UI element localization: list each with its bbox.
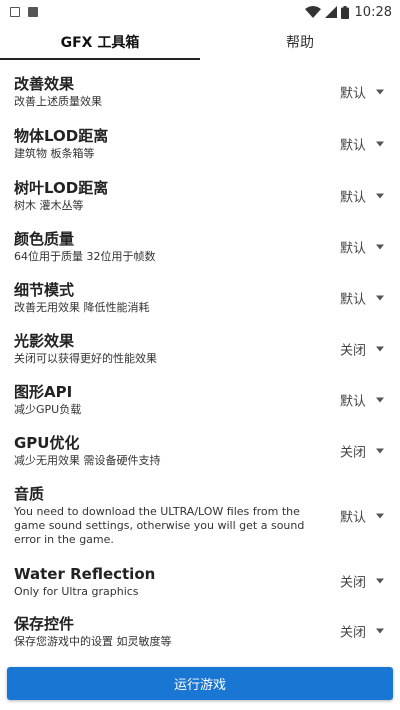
setting-title: 音质 [14,485,45,503]
gallery-icon [10,7,20,17]
setting-title: GPU优化 [14,434,80,452]
setting-title: 保存控件 [14,615,75,633]
setting-title: 物体LOD距离 [14,127,109,145]
setting-row-water-reflection[interactable]: Water Reflection Only for Ultra graphics… [0,556,400,606]
setting-dropdown[interactable]: 默认 [340,288,384,307]
setting-row-color-quality[interactable]: 颜色质量 64位用于质量 32位用于帧数 默认 [0,221,400,272]
setting-desc: 保存您游戏中的设置 如灵敏度等 [14,635,172,648]
setting-dropdown[interactable]: 默认 [340,186,384,205]
setting-dropdown[interactable]: 关闭 [340,441,384,460]
dropdown-arrow-icon [376,628,384,634]
dropdown-arrow-icon [376,193,384,198]
setting-value: 默认 [339,86,366,102]
setting-title: 细节模式 [14,281,75,299]
dropdown-arrow-icon [376,448,384,453]
setting-row-object-lod[interactable]: 物体LOD距离 建筑物 板条箱等 默认 [0,118,400,170]
setting-desc: 64位用于质量 32位用于帧数 [14,250,156,263]
setting-title: 光影效果 [14,332,75,350]
setting-dropdown[interactable]: 关闭 [340,622,384,641]
setting-value: 关闭 [339,343,366,358]
setting-value: 关闭 [339,445,366,460]
setting-row-improve-effect[interactable]: 改善效果 改善上述质量效果 默认 [0,66,400,118]
setting-title: 图形API [14,383,73,401]
setting-desc: 改善无用效果 降低性能消耗 [14,301,150,314]
setting-desc: 减少无用效果 需设备硬件支持 [14,454,161,467]
setting-dropdown[interactable]: 默认 [340,390,384,409]
setting-dropdown[interactable]: 关闭 [340,339,384,358]
setting-row-shadow-effect[interactable]: 光影效果 关闭可以获得更好的性能效果 关闭 [0,323,400,374]
setting-value: 默认 [339,241,366,256]
setting-value: 默认 [339,190,366,205]
setting-desc: 改善上述质量效果 [14,95,102,108]
setting-dropdown[interactable]: 默认 [340,135,384,154]
dropdown-arrow-icon [376,141,384,147]
setting-desc: 减少GPU负载 [14,403,82,416]
setting-desc: You need to download the ULTRA/LOW files… [14,505,305,546]
setting-row-sound-quality[interactable]: 音质 You need to download the ULTRA/LOW fi… [0,476,400,556]
tab-help[interactable]: 帮助 [200,24,400,60]
setting-value: 默认 [339,394,366,409]
setting-title: 树叶LOD距离 [14,179,109,197]
setting-title: Water Reflection [14,565,156,583]
tab-bar: GFX 工具箱 帮助 [0,24,400,60]
setting-value: 默认 [339,292,366,307]
dropdown-arrow-icon [376,513,384,519]
setting-desc: 建筑物 板条箱等 [14,147,95,160]
tab-gfx-toolbox[interactable]: GFX 工具箱 [0,24,200,60]
setting-row-detail-mode[interactable]: 细节模式 改善无用效果 降低性能消耗 默认 [0,272,400,323]
setting-row-save-controls[interactable]: 保存控件 保存您游戏中的设置 如灵敏度等 关闭 [0,606,400,656]
status-bar: 10:28 [0,0,400,24]
status-right: 10:28 [304,4,392,20]
dropdown-arrow-icon [376,89,384,95]
dropdown-arrow-icon [376,397,384,402]
setting-row-gpu-optimize[interactable]: GPU优化 减少无用效果 需设备硬件支持 关闭 [0,425,400,476]
signal-icon [324,6,337,18]
setting-title: 颜色质量 [14,230,75,248]
setting-desc: Only for Ultra graphics [14,585,139,598]
wifi-icon [304,6,321,18]
setting-value: 关闭 [339,575,366,591]
dropdown-arrow-icon [376,244,384,249]
setting-dropdown[interactable]: 默认 [340,507,384,526]
setting-value: 关闭 [339,625,366,641]
status-time: 10:28 [354,4,392,20]
dropdown-arrow-icon [376,578,384,584]
setting-dropdown[interactable]: 默认 [340,237,384,256]
battery-icon [340,5,349,19]
setting-row-graphics-api[interactable]: 图形API 减少GPU负载 默认 [0,374,400,425]
setting-title: 改善效果 [14,75,75,93]
dropdown-arrow-icon [376,295,384,300]
dropdown-arrow-icon [376,346,384,351]
run-game-button[interactable]: 运行游戏 [7,667,393,700]
setting-value: 默认 [339,510,366,526]
setting-desc: 树木 灌木丛等 [14,199,84,212]
setting-desc: 关闭可以获得更好的性能效果 [14,352,157,365]
notification-icon [28,7,38,17]
settings-list: 改善效果 改善上述质量效果 默认 物体LOD距离 建筑物 板条箱等 默认 树叶L… [0,66,400,656]
setting-dropdown[interactable]: 默认 [340,83,384,102]
setting-value: 默认 [339,138,366,154]
setting-dropdown[interactable]: 关闭 [340,572,384,591]
setting-row-foliage-lod[interactable]: 树叶LOD距离 树木 灌木丛等 默认 [0,170,400,221]
status-left [10,7,38,17]
